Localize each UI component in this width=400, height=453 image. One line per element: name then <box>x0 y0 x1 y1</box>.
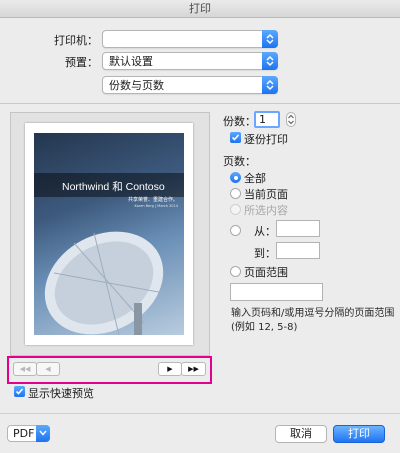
pdf-menu-button[interactable]: PDF <box>7 425 50 442</box>
printer-label: 打印机： <box>54 34 98 47</box>
preview-subtitle: 共享荣誉、重建合作。 <box>127 197 178 203</box>
last-page-button[interactable]: ▶▶ <box>181 362 206 376</box>
pages-label: 页数： <box>223 155 256 168</box>
up-down-arrows-icon <box>262 76 278 94</box>
to-input[interactable] <box>276 242 320 259</box>
collate-label: 逐份打印 <box>244 133 288 146</box>
page-navigation: ◀◀ ◀ ▶ ▶▶ <box>13 362 206 376</box>
section-select[interactable]: 份数与页数 <box>102 76 278 94</box>
printer-select[interactable] <box>102 30 278 48</box>
radio-all-label: 全部 <box>244 172 266 185</box>
print-button[interactable]: 打印 <box>333 425 385 443</box>
radio-all[interactable] <box>230 172 241 183</box>
cancel-button[interactable]: 取消 <box>275 425 327 443</box>
section-divider <box>0 103 400 104</box>
stepper-arrows-icon <box>288 114 294 125</box>
page-range-input[interactable] <box>230 283 323 301</box>
up-down-arrows-icon <box>262 30 278 48</box>
radio-from-to[interactable] <box>230 225 241 236</box>
checkmark-icon <box>15 388 24 395</box>
chevron-down-icon <box>36 425 50 442</box>
preview-byline: Karen Berg | March 2014 <box>134 204 178 208</box>
checkmark-icon <box>231 134 240 141</box>
preview-image: Northwind 和 Contoso 共享荣誉、重建合作。 Karen Ber… <box>34 133 184 335</box>
preview-page: Northwind 和 Contoso 共享荣誉、重建合作。 Karen Ber… <box>25 123 193 345</box>
first-page-button[interactable]: ◀◀ <box>13 362 37 376</box>
window-title: 打印 <box>0 0 400 18</box>
presets-value: 默认设置 <box>109 55 153 68</box>
footer-divider <box>0 413 400 414</box>
previous-page-button[interactable]: ◀ <box>36 362 60 376</box>
to-label: 到： <box>254 247 276 260</box>
next-page-button[interactable]: ▶ <box>158 362 182 376</box>
presets-select[interactable]: 默认设置 <box>102 52 278 70</box>
quick-preview-checkbox[interactable] <box>14 386 25 397</box>
radio-current-page-label: 当前页面 <box>244 188 288 201</box>
pdf-label: PDF <box>13 427 35 440</box>
radio-current-page[interactable] <box>230 188 241 199</box>
copies-label: 份数： <box>223 115 256 128</box>
preview-title: Northwind 和 Contoso <box>62 181 165 193</box>
page-range-hint: 输入页码和/或用逗号分隔的页面范围(例如 12, 5-8) <box>231 308 395 333</box>
up-down-arrows-icon <box>262 52 278 70</box>
radio-selection[interactable] <box>230 204 241 215</box>
presets-label: 预置： <box>65 56 98 69</box>
copies-input[interactable]: 1 <box>254 111 280 128</box>
quick-preview-label: 显示快速预览 <box>28 387 94 400</box>
radio-page-range-label: 页面范围 <box>244 266 288 279</box>
from-input[interactable] <box>276 220 320 237</box>
radio-selection-label: 所选内容 <box>244 204 288 217</box>
section-value: 份数与页数 <box>109 79 164 92</box>
print-preview: Northwind 和 Contoso 共享荣誉、重建合作。 Karen Ber… <box>10 112 210 356</box>
from-label: 从： <box>254 225 276 238</box>
satellite-dish-graphic <box>44 231 165 335</box>
collate-checkbox[interactable] <box>230 132 241 143</box>
radio-page-range[interactable] <box>230 266 241 277</box>
copies-stepper[interactable] <box>286 112 296 127</box>
